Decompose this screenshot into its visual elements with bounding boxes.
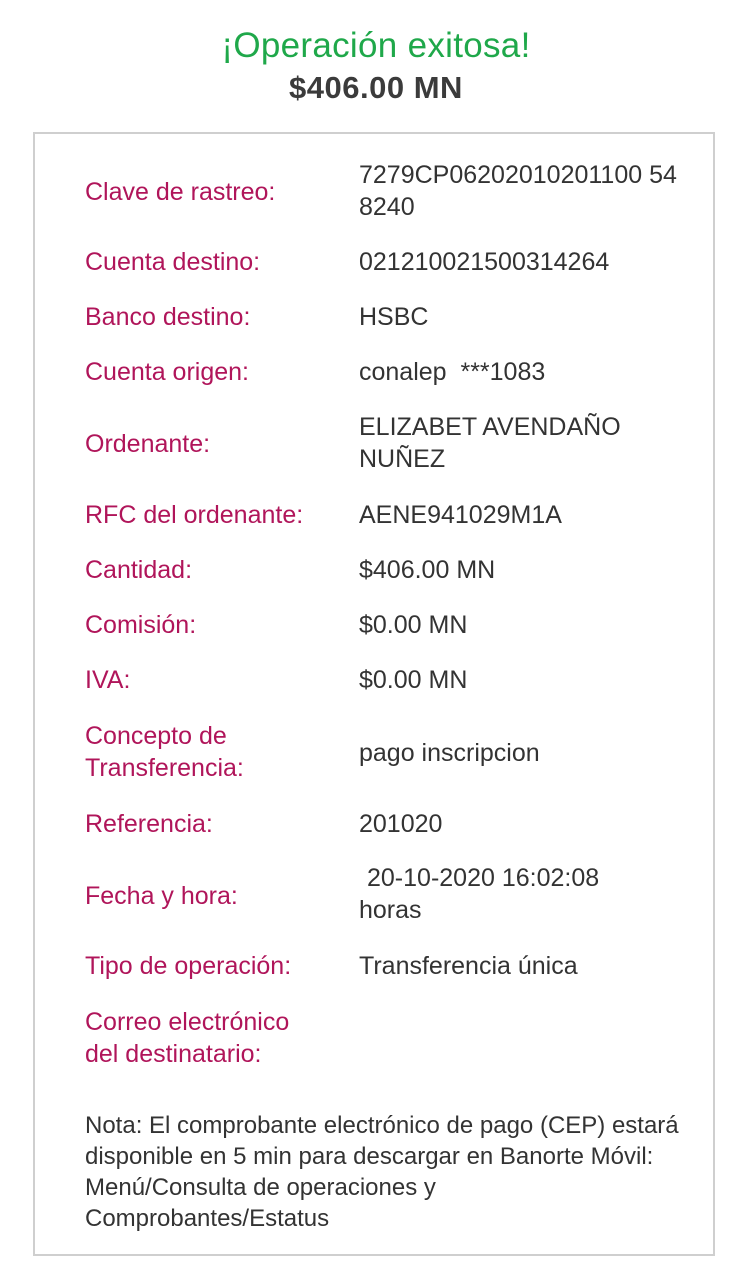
detail-label: Comisión: <box>85 611 197 639</box>
detail-label: Cantidad: <box>85 556 193 584</box>
transfer-amount: $406.00 MN <box>289 70 463 105</box>
detail-label: Banco destino: <box>85 303 251 331</box>
detail-value: conalep ***1083 <box>359 358 546 386</box>
detail-value: pago inscripcion <box>359 739 540 767</box>
detail-label: Clave de rastreo: <box>85 178 276 206</box>
detail-value: 20-10-2020 16:02:08 horas <box>359 864 600 924</box>
receipt-card: Clave de rastreo: 7279CP06202010201100 5… <box>33 132 715 1256</box>
detail-label: RFC del ordenante: <box>85 501 304 529</box>
detail-label: Tipo de operación: <box>85 952 292 980</box>
detail-value: $0.00 MN <box>359 666 468 694</box>
detail-value: HSBC <box>359 303 429 331</box>
detail-value: $406.00 MN <box>359 556 496 584</box>
detail-label: Correo electrónico del destinatario: <box>85 1008 290 1068</box>
detail-label: Cuenta origen: <box>85 358 250 386</box>
detail-value: 021210021500314264 <box>359 248 610 276</box>
detail-label: Concepto de Transferencia: <box>85 722 244 782</box>
detail-value: 201020 <box>359 810 443 838</box>
success-title: ¡Operación exitosa! <box>221 26 531 65</box>
detail-value: ELIZABET AVENDAÑO NUÑEZ <box>359 413 621 473</box>
detail-label: Ordenante: <box>85 430 211 458</box>
cep-note: Nota: El comprobante electrónico de pago… <box>85 1112 679 1232</box>
detail-value: 7279CP06202010201100 548240 <box>359 161 677 221</box>
header: ¡Operación exitosa! $406.00 MN <box>0 24 752 108</box>
detail-label: Referencia: <box>85 810 213 838</box>
detail-value: Transferencia única <box>359 952 578 980</box>
detail-value: AENE941029M1A <box>359 501 562 529</box>
detail-label: Fecha y hora: <box>85 882 238 910</box>
detail-label: IVA: <box>85 666 131 694</box>
detail-value: $0.00 MN <box>359 611 468 639</box>
detail-label: Cuenta destino: <box>85 248 261 276</box>
